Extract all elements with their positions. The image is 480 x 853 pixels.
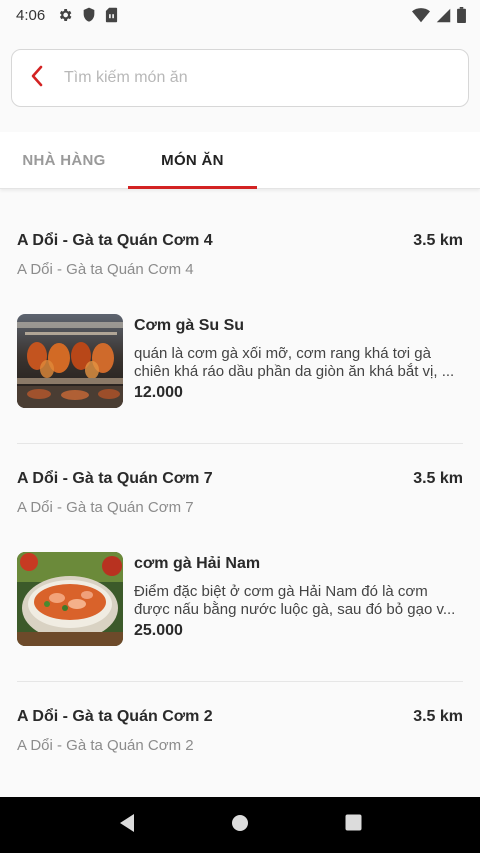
dish-description: Điểm đặc biệt ở cơm gà Hải Nam đó là cơm… [134, 583, 456, 618]
tab-restaurants[interactable]: NHÀ HÀNG [0, 132, 128, 189]
distance-label: 3.5 km [413, 470, 463, 487]
chevron-left-icon [29, 65, 45, 92]
search-bar [11, 49, 469, 107]
distance-label: 3.5 km [413, 708, 463, 725]
tab-bar: NHÀ HÀNG MÓN ĂN [0, 132, 480, 189]
battery-icon [457, 7, 466, 23]
restaurant-name: A Dổi - Gà ta Quán Cơm 2 [17, 708, 213, 725]
list-item[interactable]: A Dổi - Gà ta Quán Cơm 2 3.5 km A Dổi - … [0, 682, 480, 754]
list-item[interactable]: A Dổi - Gà ta Quán Cơm 7 3.5 km A Dổi - … [0, 444, 480, 681]
dish-name: Cơm gà Su Su [134, 317, 245, 334]
restaurant-name: A Dổi - Gà ta Quán Cơm 4 [17, 232, 213, 249]
dish-price: 12.000 [134, 384, 183, 401]
list-item[interactable]: A Dổi - Gà ta Quán Cơm 4 3.5 km A Dổi - … [0, 190, 480, 443]
gear-icon [57, 7, 73, 23]
dish-card[interactable]: cơm gà Hải Nam Điểm đặc biệt ở cơm gà Hả… [17, 552, 463, 646]
dish-name: cơm gà Hải Nam [134, 555, 261, 572]
dish-price: 25.000 [134, 622, 183, 639]
dish-image [17, 314, 123, 408]
dish-image [17, 552, 123, 646]
nav-recents-button[interactable] [323, 797, 383, 853]
home-circle-icon [231, 814, 249, 837]
system-nav-bar [0, 797, 480, 853]
sim-card-icon [105, 7, 118, 23]
dish-description: quán là cơm gà xối mỡ, cơm rang khá tơi … [134, 345, 455, 380]
results-list: A Dổi - Gà ta Quán Cơm 4 3.5 km A Dổi - … [0, 190, 480, 754]
restaurant-subtitle: A Dổi - Gà ta Quán Cơm 2 [17, 737, 194, 754]
cellular-signal-icon [436, 8, 451, 23]
shield-icon [82, 7, 96, 23]
status-time: 4:06 [16, 6, 46, 24]
restaurant-subtitle: A Dổi - Gà ta Quán Cơm 7 [17, 499, 194, 516]
tab-dishes[interactable]: MÓN ĂN [128, 132, 257, 189]
restaurant-subtitle: A Dổi - Gà ta Quán Cơm 4 [17, 261, 194, 278]
search-input[interactable] [64, 69, 444, 87]
nav-home-button[interactable] [210, 797, 270, 853]
back-button[interactable] [12, 50, 62, 106]
status-bar: 4:06 [0, 0, 480, 30]
recents-square-icon [345, 814, 362, 836]
distance-label: 3.5 km [413, 232, 463, 249]
tab-active-indicator [128, 186, 257, 189]
dish-card[interactable]: Cơm gà Su Su quán là cơm gà xối mỡ, cơm … [17, 314, 463, 408]
nav-back-button[interactable] [97, 797, 157, 853]
app-screen: 4:06 Tìm kiếm món ăn NHÀ HÀNG MÓN ĂN A D… [0, 0, 480, 853]
back-triangle-icon [118, 813, 136, 838]
wifi-icon [412, 7, 430, 23]
restaurant-name: A Dổi - Gà ta Quán Cơm 7 [17, 470, 213, 487]
